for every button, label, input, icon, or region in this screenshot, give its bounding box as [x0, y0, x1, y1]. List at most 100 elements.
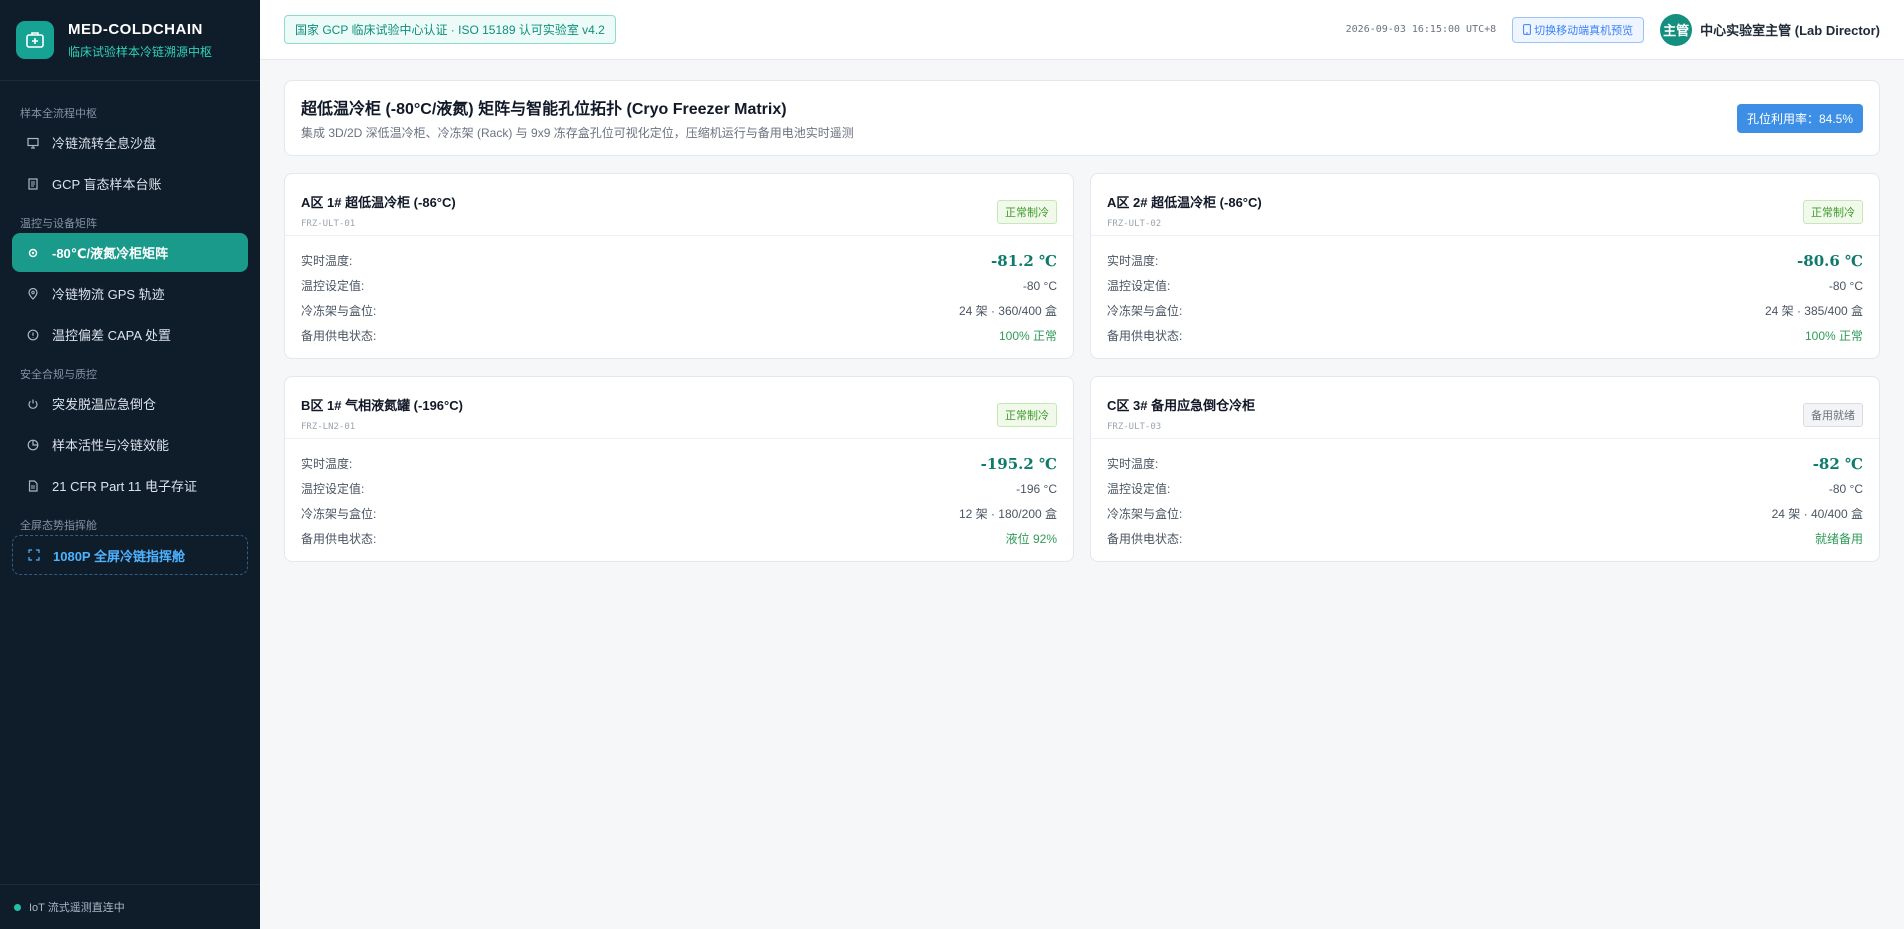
label: 温控设定值: — [1107, 482, 1171, 496]
label: 备用供电状态: — [1107, 532, 1183, 546]
nav-group-label: 样本全流程中枢 — [20, 108, 97, 120]
page-title: 超低温冷柜 (-80°C/液氮) 矩阵与智能孔位拓扑 (Cryo Freezer… — [301, 101, 787, 118]
setpoint-row: 温控设定值: -80 °C — [1107, 273, 1863, 298]
monitor-icon — [26, 136, 40, 150]
page-title-card: 超低温冷柜 (-80°C/液氮) 矩阵与智能孔位拓扑 (Cryo Freezer… — [284, 80, 1880, 156]
mobile-preview-button[interactable]: 切换移动端真机预览 — [1512, 16, 1645, 43]
setpoint-value: -80 °C — [1828, 481, 1863, 496]
location-pin-icon — [26, 287, 40, 301]
backup-value: 100% 正常 — [998, 329, 1057, 343]
label: 冷冻架与盒位: — [301, 507, 377, 521]
racks-row: 冷冻架与盒位: 24 架 · 40/400 盒 — [1107, 501, 1863, 526]
label: 冷冻架与盒位: — [301, 304, 377, 318]
setpoint-value: -196 °C — [1016, 481, 1057, 496]
sidebar-item-gps-track[interactable]: 冷链物流 GPS 轨迹 — [12, 274, 248, 313]
backup-row: 备用供电状态: 100% 正常 — [301, 323, 1057, 348]
label: 温控设定值: — [1107, 279, 1171, 293]
label: 冷冻架与盒位: — [1107, 304, 1183, 318]
sidebar-item-label: 冷链物流 GPS 轨迹 — [52, 287, 165, 302]
brand: MED-COLDCHAIN 临床试验样本冷链溯源中枢 — [0, 0, 260, 81]
top-header: 国家 GCP 临床试验中心认证 · ISO 15189 认可实验室 v4.2 2… — [260, 0, 1904, 60]
freezer-card[interactable]: A区 1# 超低温冷柜 (-86°C) FRZ-ULT-01 正常制冷 实时温度… — [284, 173, 1074, 359]
sidebar-item-sample-activity[interactable]: 样本活性与冷链效能 — [12, 425, 248, 464]
sidebar-item-cfr-records[interactable]: 21 CFR Part 11 电子存证 — [12, 466, 248, 505]
sidebar-item-label: 冷链流转全息沙盘 — [52, 136, 157, 151]
setpoint-row: 温控设定值: -80 °C — [1107, 476, 1863, 501]
label: 实时温度: — [1107, 254, 1159, 268]
label: 温控设定值: — [301, 482, 365, 496]
freezer-id: FRZ-ULT-01 — [301, 219, 356, 229]
setpoint-row: 温控设定值: -80 °C — [301, 273, 1057, 298]
telemetry-status-text: IoT 流式遥测直连中 — [29, 902, 125, 914]
freezer-id: FRZ-LN2-01 — [301, 422, 356, 432]
setpoint-value: -80 °C — [1828, 278, 1863, 293]
sidebar-item-fullscreen-cockpit[interactable]: 1080P 全屏冷链指挥舱 — [12, 535, 248, 575]
backup-value: 液位 92% — [1005, 532, 1057, 546]
nav-group-label: 温控与设备矩阵 — [20, 218, 97, 230]
racks-value: 24 架 · 385/400 盒 — [1764, 304, 1863, 318]
sidebar-item-label: 样本活性与冷链效能 — [52, 438, 170, 453]
sidebar-item-label: GCP 盲态样本台账 — [52, 177, 162, 192]
backup-row: 备用供电状态: 100% 正常 — [1107, 323, 1863, 348]
sidebar-item-label: -80℃/液氮冷柜矩阵 — [52, 246, 169, 261]
sidebar: MED-COLDCHAIN 临床试验样本冷链溯源中枢 样本全流程中枢 冷链流转全… — [0, 0, 260, 929]
utilization-badge: 孔位利用率：84.5% — [1736, 103, 1863, 133]
brand-subtitle: 临床试验样本冷链溯源中枢 — [68, 44, 213, 59]
sidebar-item-label: 21 CFR Part 11 电子存证 — [52, 479, 197, 494]
certification-badge: 国家 GCP 临床试验中心认证 · ISO 15189 认可实验室 v4.2 — [284, 15, 616, 44]
settings-icon — [26, 246, 40, 260]
label: 温控设定值: — [301, 279, 365, 293]
label: 备用供电状态: — [1107, 329, 1183, 343]
sidebar-item-emergency-transfer[interactable]: 突发脱温应急倒仓 — [12, 384, 248, 423]
brand-name: MED-COLDCHAIN — [68, 20, 203, 38]
setpoint-value: -80 °C — [1022, 278, 1057, 293]
current-datetime: 2026-09-03 16:15:00 UTC+8 — [1345, 24, 1497, 35]
realtime-temp-row: 实时温度: -80.6 ℃ — [1107, 248, 1863, 273]
avatar[interactable]: 主管 — [1660, 13, 1693, 46]
telemetry-status: IoT 流式遥测直连中 — [0, 884, 260, 929]
status-badge: 正常制冷 — [1803, 200, 1863, 224]
backup-row: 备用供电状态: 就绪备用 — [1107, 526, 1863, 551]
status-badge: 正常制冷 — [997, 403, 1057, 427]
freezer-name: A区 2# 超低温冷柜 (-86°C) — [1107, 195, 1262, 210]
realtime-temp-value: -195.2 ℃ — [980, 454, 1057, 473]
info-icon — [26, 328, 40, 342]
freezer-card[interactable]: B区 1# 气相液氮罐 (-196°C) FRZ-LN2-01 正常制冷 实时温… — [284, 376, 1074, 562]
sidebar-item-label: 突发脱温应急倒仓 — [52, 397, 157, 412]
freezer-name: A区 1# 超低温冷柜 (-86°C) — [301, 195, 456, 210]
phone-icon — [1523, 24, 1532, 35]
label: 备用供电状态: — [301, 532, 377, 546]
online-dot-icon — [14, 903, 21, 911]
racks-value: 24 架 · 40/400 盒 — [1771, 507, 1863, 521]
backup-row: 备用供电状态: 液位 92% — [301, 526, 1057, 551]
label: 备用供电状态: — [301, 329, 377, 343]
backup-value: 100% 正常 — [1804, 329, 1863, 343]
racks-value: 24 架 · 360/400 盒 — [958, 304, 1057, 318]
setpoint-row: 温控设定值: -196 °C — [301, 476, 1057, 501]
freezer-id: FRZ-ULT-02 — [1107, 219, 1162, 229]
realtime-temp-value: -80.6 ℃ — [1797, 251, 1863, 270]
status-badge: 正常制冷 — [997, 200, 1057, 224]
freezer-name: B区 1# 气相液氮罐 (-196°C) — [301, 398, 463, 413]
power-icon — [26, 397, 40, 411]
label: 实时温度: — [1107, 457, 1159, 471]
freezer-card[interactable]: C区 3# 备用应急倒仓冷柜 FRZ-ULT-03 备用就绪 实时温度: -82 … — [1090, 376, 1880, 562]
realtime-temp-row: 实时温度: -195.2 ℃ — [301, 451, 1057, 476]
label: 实时温度: — [301, 254, 353, 268]
status-badge: 备用就绪 — [1803, 403, 1863, 427]
document-icon — [26, 177, 40, 191]
fullscreen-icon — [27, 548, 41, 562]
label: 实时温度: — [301, 457, 353, 471]
sidebar-item-coldchain-sandbox[interactable]: 冷链流转全息沙盘 — [12, 123, 248, 162]
freezer-name: C区 3# 备用应急倒仓冷柜 — [1107, 398, 1256, 413]
nav-group-label: 全屏态势指挥舱 — [20, 520, 97, 532]
sidebar-item-capa[interactable]: 温控偏差 CAPA 处置 — [12, 315, 248, 354]
freezer-card[interactable]: A区 2# 超低温冷柜 (-86°C) FRZ-ULT-02 正常制冷 实时温度… — [1090, 173, 1880, 359]
user-name[interactable]: 中心实验室主管 (Lab Director) — [1700, 20, 1880, 39]
realtime-temp-value: -82 ℃ — [1812, 454, 1863, 473]
realtime-temp-row: 实时温度: -82 ℃ — [1107, 451, 1863, 476]
backup-value: 就绪备用 — [1814, 532, 1863, 546]
sidebar-item-gcp-ledger[interactable]: GCP 盲态样本台账 — [12, 164, 248, 203]
sidebar-item-freezer-matrix[interactable]: -80℃/液氮冷柜矩阵 — [12, 233, 248, 272]
mobile-preview-label: 切换移动端真机预览 — [1534, 24, 1634, 37]
